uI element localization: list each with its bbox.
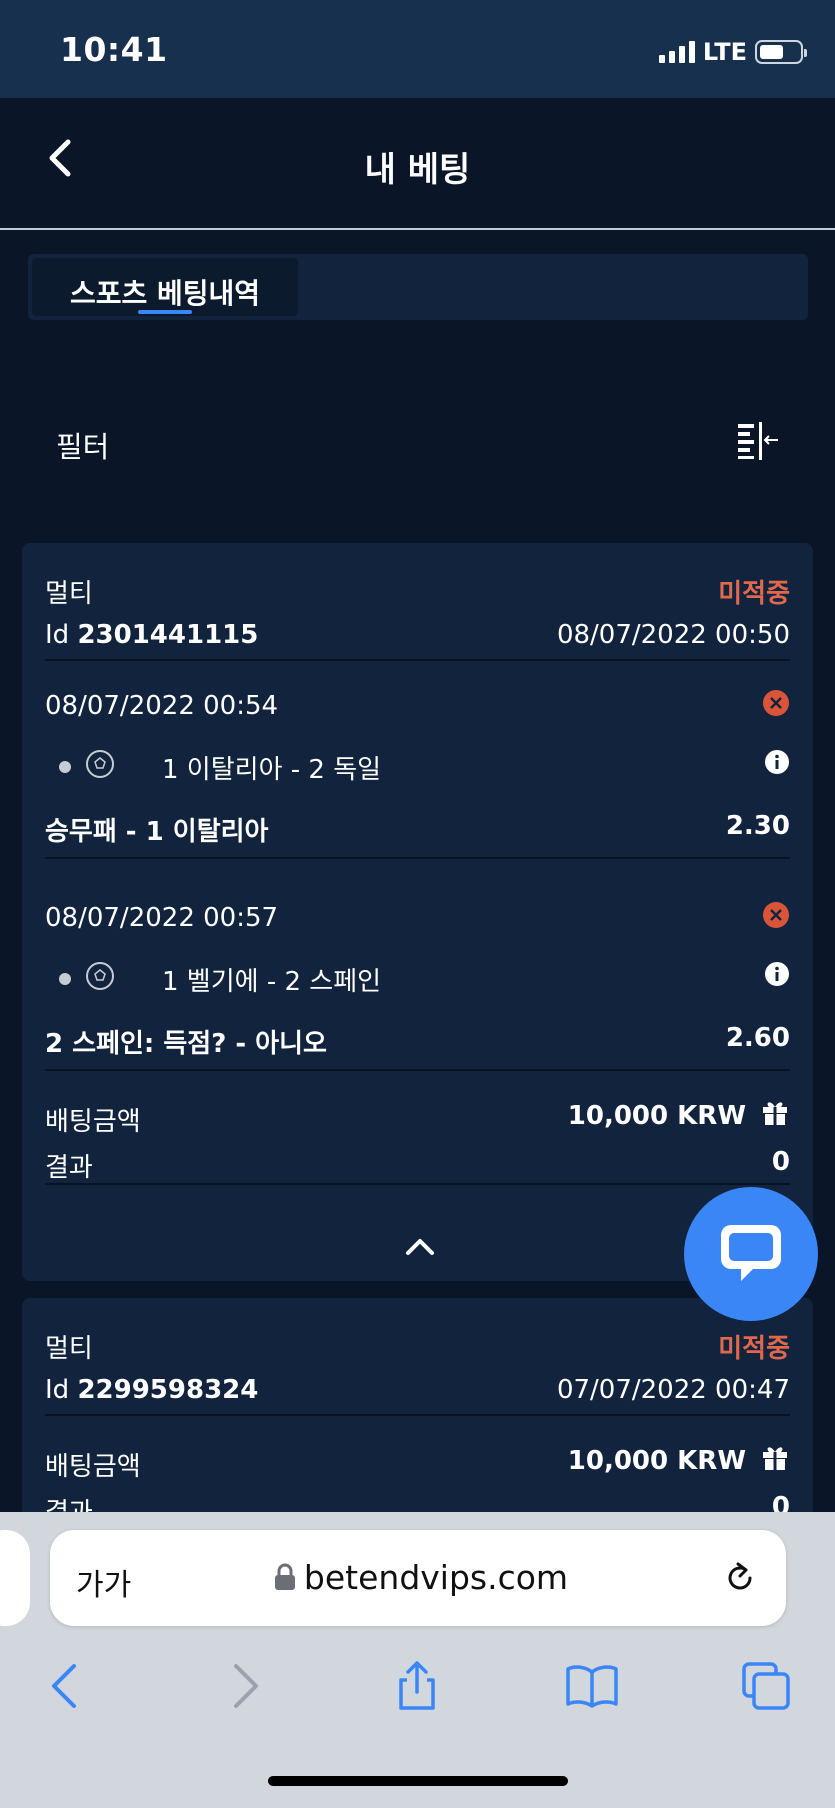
stake-amount: 10,000 KRW (567, 1101, 746, 1131)
bookmarks-icon[interactable] (566, 1660, 618, 1712)
stake-amount: 10,000 KRW (567, 1446, 746, 1476)
bet-id: Id 2301441115 (45, 620, 258, 650)
live-dot (59, 761, 71, 773)
divider (45, 1069, 790, 1071)
bet-id-value: 2299598324 (77, 1375, 259, 1405)
selection-datetime: 08/07/2022 00:57 (45, 903, 279, 933)
bet-placed-at: 08/07/2022 00:50 (556, 620, 790, 650)
status-time: 10:41 (60, 30, 168, 69)
soccer-ball-icon (86, 750, 114, 778)
url-text: betendvips.com (303, 1558, 569, 1597)
bet-status-badge: 미적중 (718, 579, 790, 609)
app-header: 내 베팅 (0, 98, 835, 230)
bet-id: Id 2299598324 (45, 1375, 258, 1405)
lost-x-icon (763, 690, 789, 716)
bet-id-label: Id (45, 1375, 70, 1405)
soccer-ball-icon (86, 962, 114, 990)
reload-icon[interactable] (722, 1560, 758, 1596)
divider (45, 1414, 790, 1416)
selection-market: 승무패 - 1 이탈리아 (45, 817, 269, 847)
result-label: 결과 (45, 1153, 93, 1183)
tabs-icon[interactable] (740, 1660, 792, 1712)
divider (45, 857, 790, 859)
selection-market: 2 스페인: 득점? - 아니오 (45, 1029, 327, 1059)
chat-bubble-icon (721, 1225, 781, 1281)
previous-tab-preview[interactable] (0, 1530, 30, 1626)
status-bar: 10:41 LTE (0, 0, 835, 98)
bet-type: 멀티 (45, 579, 93, 609)
live-dot (59, 973, 71, 985)
filter-row: 필터 (28, 410, 808, 470)
page-title: 내 베팅 (364, 150, 471, 190)
bet-status-badge: 미적중 (718, 1334, 790, 1364)
info-icon[interactable] (764, 749, 790, 775)
bet-id-value: 2301441115 (77, 620, 259, 650)
browser-forward-icon[interactable] (218, 1660, 270, 1712)
browser-chrome: 가가 betendvips.com (0, 1512, 835, 1808)
selection-odds: 2.60 (725, 1023, 790, 1053)
address-bar[interactable]: 가가 betendvips.com (50, 1530, 786, 1626)
stake-label: 배팅금액 (45, 1107, 141, 1137)
gift-icon (763, 1102, 787, 1125)
bet-id-label: Id (45, 620, 70, 650)
bet-card[interactable]: 멀티 미적중 Id 2299598324 07/07/2022 00:47 배팅… (22, 1298, 813, 1522)
battery-icon (755, 40, 807, 64)
bet-placed-at: 07/07/2022 00:47 (556, 1375, 790, 1405)
tab-label: 스포츠 베팅내역 (69, 277, 261, 310)
lost-x-icon (763, 902, 789, 928)
tab-bar: 스포츠 베팅내역 (28, 254, 808, 320)
bet-card[interactable]: 멀티 미적중 Id 2301441115 08/07/2022 00:50 08… (22, 543, 813, 1281)
info-icon[interactable] (764, 961, 790, 987)
share-icon[interactable] (391, 1660, 443, 1712)
selection-odds: 2.30 (725, 811, 790, 841)
home-indicator (268, 1776, 568, 1786)
stake-label: 배팅금액 (45, 1452, 141, 1482)
filter-label: 필터 (56, 430, 110, 464)
tab-active-indicator (138, 310, 192, 314)
chevron-up-icon[interactable] (402, 1233, 438, 1261)
signal-icon (658, 41, 695, 63)
divider (45, 1183, 790, 1185)
network-type: LTE (702, 38, 747, 66)
result-value: 0 (771, 1147, 790, 1177)
status-indicators: LTE (658, 38, 807, 66)
gift-icon (763, 1447, 787, 1470)
match-name: 1 벨기에 - 2 스페인 (162, 967, 382, 997)
bet-type: 멀티 (45, 1334, 93, 1364)
divider (45, 659, 790, 661)
browser-back-icon[interactable] (40, 1660, 92, 1712)
match-name: 1 이탈리아 - 2 독일 (162, 755, 382, 785)
tab-sports-bets[interactable]: 스포츠 베팅내역 (32, 258, 298, 316)
filter-collapse-icon[interactable] (734, 420, 780, 460)
chat-button[interactable] (684, 1187, 818, 1321)
selection-datetime: 08/07/2022 00:54 (45, 691, 279, 721)
